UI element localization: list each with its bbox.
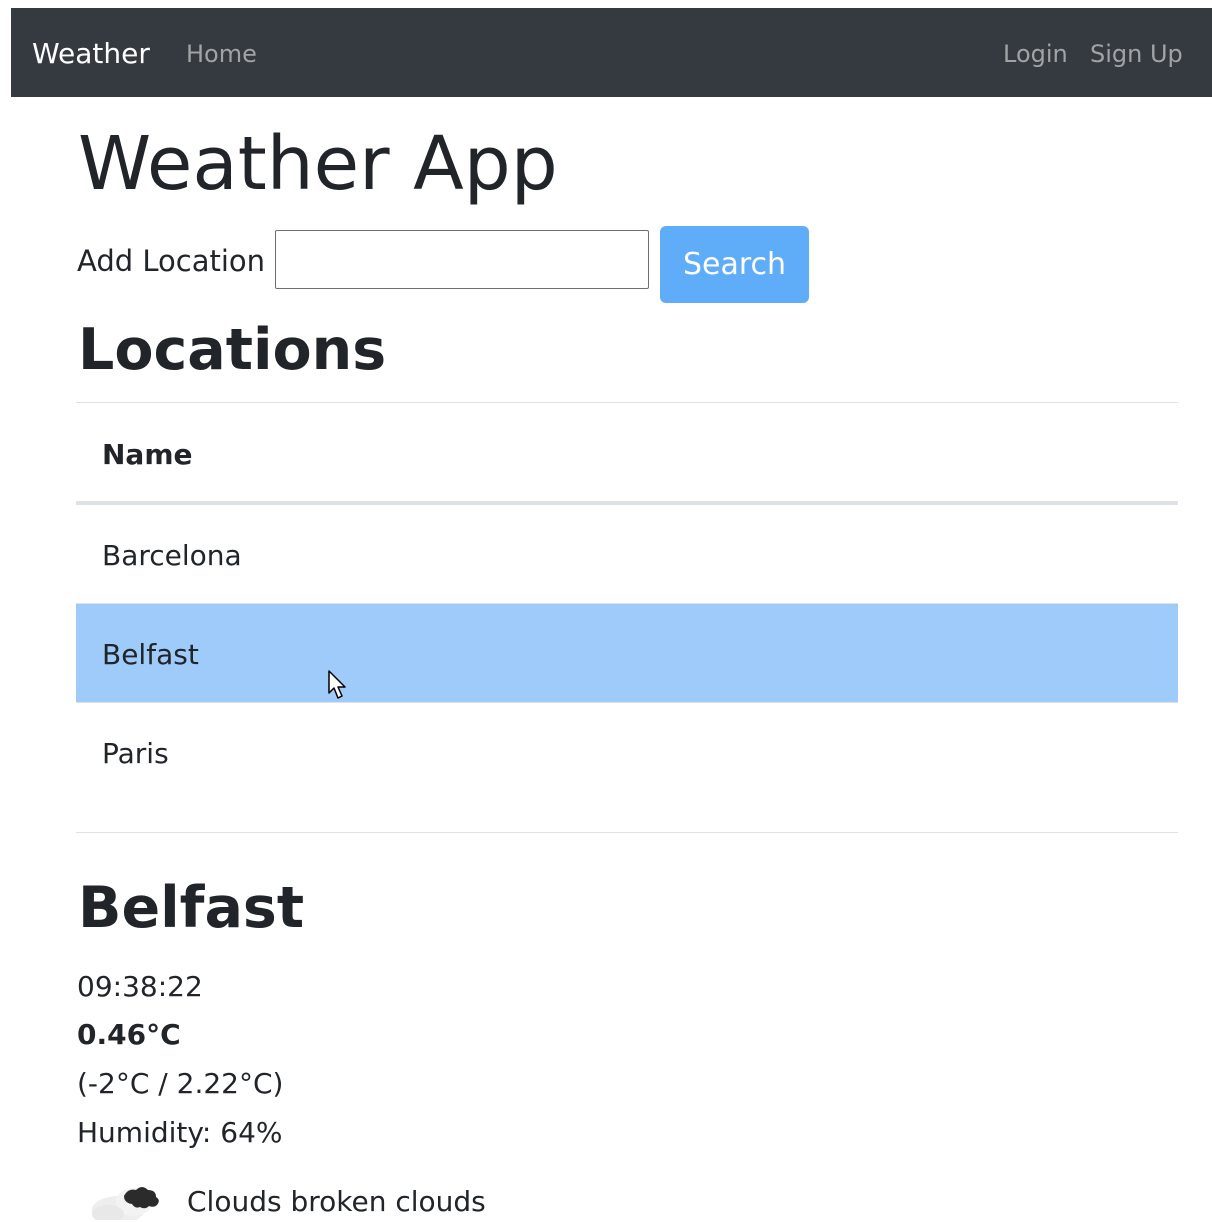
broken-clouds-icon [88,1187,172,1222]
table-row[interactable]: Barcelona [76,504,1178,603]
detail-temperature: 0.46°C [77,1018,181,1051]
location-name: Barcelona [102,539,242,572]
locations-title: Locations [78,317,387,383]
add-location-label: Add Location [77,244,266,278]
detail-city-title: Belfast [78,875,305,941]
table-row-selected[interactable]: Belfast [76,603,1178,702]
search-button[interactable]: Search [660,226,809,303]
locations-table: Name Barcelona Belfast Paris [76,403,1178,801]
detail-time: 09:38:22 [77,970,203,1003]
location-name: Belfast [102,638,199,671]
table-row[interactable]: Paris [76,702,1178,801]
nav-login-link[interactable]: Login [1003,39,1068,69]
table-header: Name [76,403,1178,504]
column-header-name: Name [102,438,193,471]
detail-humidity: Humidity: 64% [77,1116,283,1149]
page-title: Weather App [78,121,558,207]
location-name: Paris [102,737,169,770]
add-location-input[interactable] [275,230,649,289]
weather-description: Clouds broken clouds [187,1185,486,1218]
nav-signup-link[interactable]: Sign Up [1090,39,1183,69]
navbar: Weather Home Login Sign Up [11,8,1212,97]
nav-home-link[interactable]: Home [186,39,257,69]
detail-temperature-range: (-2°C / 2.22°C) [77,1067,284,1100]
divider [76,832,1178,833]
brand-link[interactable]: Weather [32,37,150,71]
